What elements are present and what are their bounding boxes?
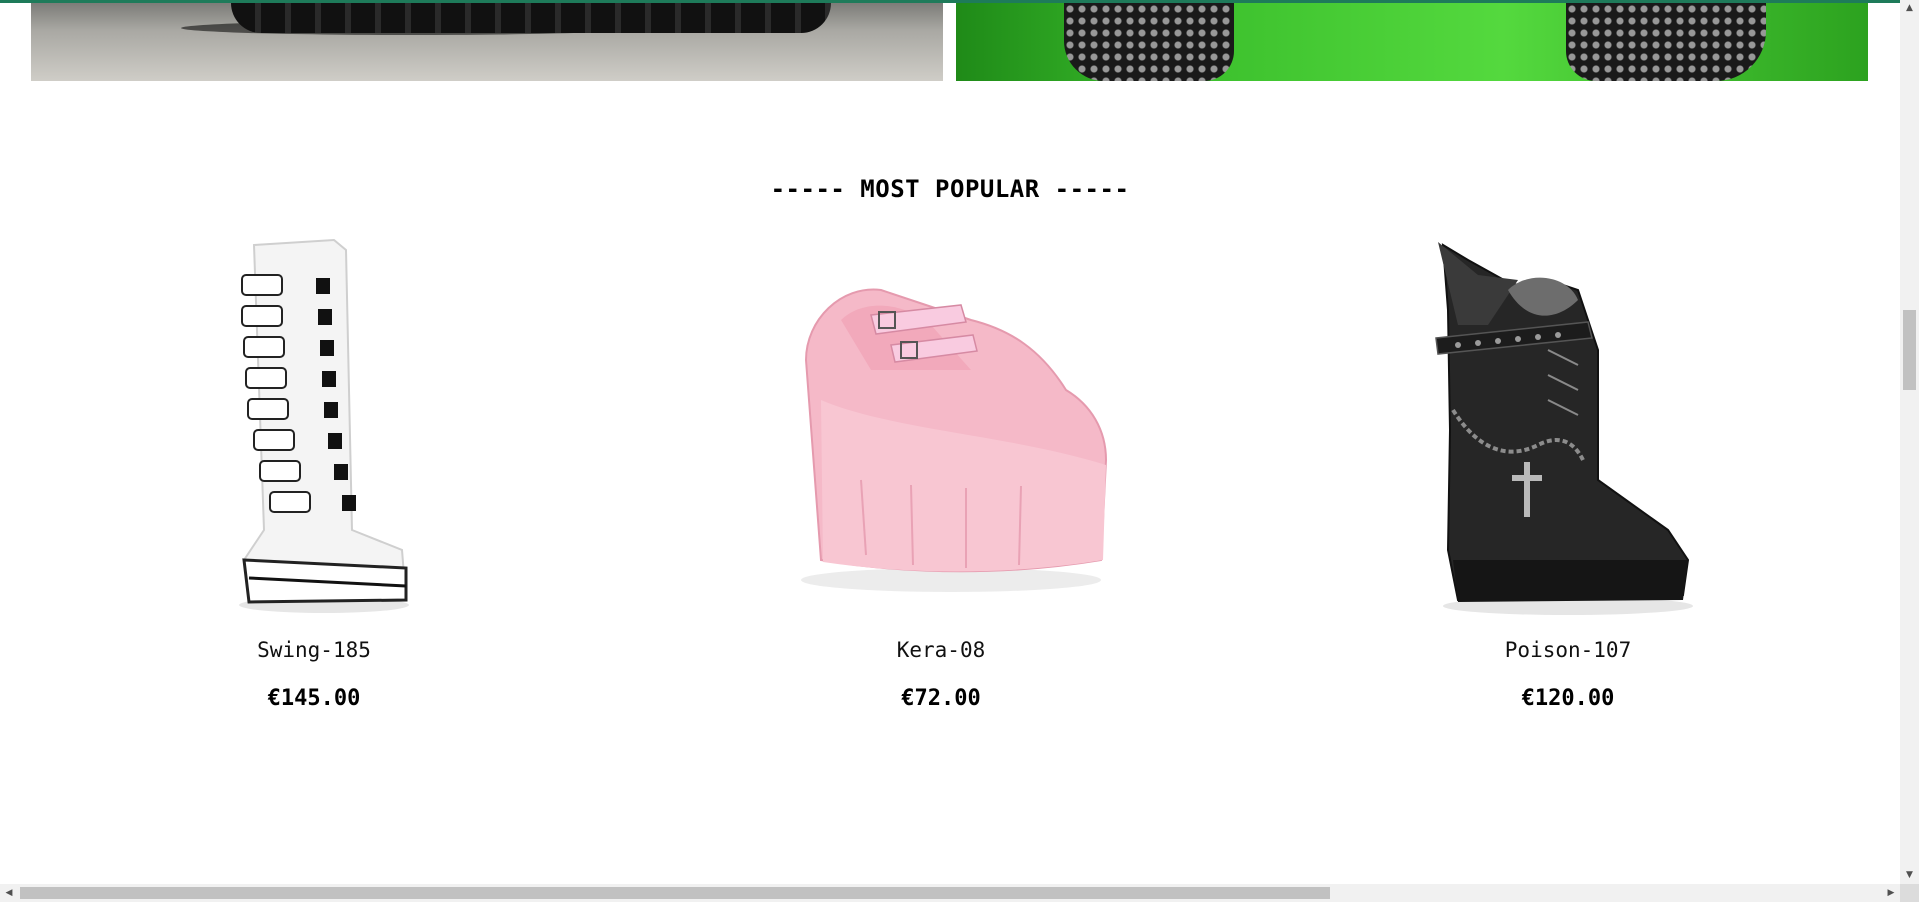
horizontal-scroll-thumb[interactable] bbox=[20, 887, 1330, 899]
arrow-down-icon[interactable]: ▼ bbox=[1900, 867, 1919, 884]
product-name[interactable]: Kera-08 bbox=[711, 638, 1171, 662]
horizontal-scrollbar[interactable]: ◀ ▶ bbox=[0, 884, 1900, 902]
black-wedge-boot-icon bbox=[1435, 242, 1693, 615]
boot-sole-graphic bbox=[231, 3, 831, 33]
pink-mary-jane-platform-icon bbox=[801, 288, 1108, 592]
vertical-scrollbar[interactable]: ▲ ▼ bbox=[1900, 0, 1919, 884]
product-image-swing-185[interactable] bbox=[84, 230, 544, 620]
arrow-left-icon[interactable]: ◀ bbox=[0, 884, 18, 902]
product-image-kera-08[interactable] bbox=[711, 230, 1171, 620]
scrollbar-corner bbox=[1900, 884, 1919, 902]
arrow-up-icon[interactable]: ▲ bbox=[1900, 0, 1919, 17]
product-card[interactable]: Swing-185 €145.00 bbox=[84, 230, 544, 730]
product-price: €120.00 bbox=[1521, 686, 1615, 711]
fishnet-leg-left bbox=[1064, 3, 1234, 81]
banner-right-image[interactable] bbox=[956, 3, 1868, 81]
most-popular-heading: ----- MOST POPULAR ----- bbox=[770, 175, 1130, 203]
product-price: €145.00 bbox=[267, 686, 361, 711]
white-buckle-boot-icon bbox=[239, 238, 409, 613]
product-card[interactable]: Kera-08 €72.00 bbox=[711, 230, 1171, 730]
product-name[interactable]: Poison-107 bbox=[1338, 638, 1798, 662]
product-card[interactable]: Poison-107 €120.00 bbox=[1338, 230, 1798, 730]
banner-left-image[interactable] bbox=[31, 3, 943, 81]
arrow-right-icon[interactable]: ▶ bbox=[1882, 884, 1900, 902]
fishnet-leg-right bbox=[1566, 3, 1766, 81]
product-name[interactable]: Swing-185 bbox=[84, 638, 544, 662]
product-image-poison-107[interactable] bbox=[1338, 230, 1798, 620]
product-price: €72.00 bbox=[901, 686, 981, 711]
vertical-scroll-thumb[interactable] bbox=[1903, 310, 1916, 390]
